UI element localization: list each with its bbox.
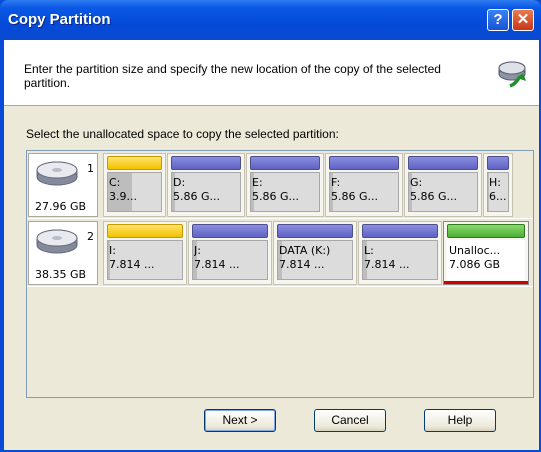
close-button[interactable]: ✕ bbox=[512, 9, 534, 31]
partition-name: E: bbox=[252, 176, 263, 189]
partition-size: 7.814 ... bbox=[194, 258, 240, 271]
disk-row-1: 1 27.96 GB C: 3.9... D: 5.86 G... E: 5.86 G... F… bbox=[27, 151, 533, 219]
partition-size: 5.86 G... bbox=[252, 190, 300, 203]
partition-label: L: 7.814 ... bbox=[364, 244, 439, 272]
partition-type-bar bbox=[408, 156, 478, 170]
unallocated-space[interactable]: Unalloc... 7.086 GB bbox=[443, 221, 529, 285]
partition-type-bar bbox=[362, 224, 438, 238]
partition-type-bar bbox=[447, 224, 525, 238]
partition-name: F: bbox=[331, 176, 341, 189]
partition-size: 3.9... bbox=[109, 190, 137, 203]
partition-type-bar bbox=[107, 224, 183, 238]
partition-type-bar bbox=[192, 224, 268, 238]
partition-label: H: 6... bbox=[489, 176, 510, 204]
partition-label: C: 3.9... bbox=[109, 176, 163, 204]
partition-block[interactable]: F: 5.86 G... bbox=[325, 153, 403, 217]
partition-name: Unalloc... bbox=[449, 244, 501, 257]
help-button-label: Help bbox=[447, 413, 473, 427]
next-button[interactable]: Next > bbox=[204, 409, 276, 432]
partition-size: 7.814 ... bbox=[109, 258, 155, 271]
select-unallocated-label: Select the unallocated space to copy the… bbox=[26, 127, 339, 141]
partition-size: 7.814 ... bbox=[364, 258, 410, 271]
partition-block[interactable]: I: 7.814 ... bbox=[103, 221, 187, 285]
partition-type-bar bbox=[107, 156, 162, 170]
wizard-header: Enter the partition size and specify the… bbox=[4, 40, 539, 106]
partition-type-bar bbox=[171, 156, 241, 170]
disk-number: 2 bbox=[87, 230, 94, 243]
partition-label: D: 5.86 G... bbox=[173, 176, 242, 204]
selection-indicator bbox=[444, 281, 528, 284]
header-description: Enter the partition size and specify the… bbox=[24, 62, 441, 90]
partition-name: G: bbox=[410, 176, 423, 189]
partition-name: DATA (K:) bbox=[279, 244, 331, 257]
disk-size: 27.96 GB bbox=[35, 200, 87, 213]
copy-disk-icon bbox=[498, 61, 526, 88]
disk-1-header[interactable]: 1 27.96 GB bbox=[28, 153, 98, 217]
partition-name: H: bbox=[489, 176, 501, 189]
partition-block[interactable]: C: 3.9... bbox=[103, 153, 166, 217]
partition-label: DATA (K:) 7.814 ... bbox=[279, 244, 354, 272]
partition-label: J: 7.814 ... bbox=[194, 244, 269, 272]
partition-label: F: 5.86 G... bbox=[331, 176, 400, 204]
disk-row-2: 2 38.35 GB I: 7.814 ... J: 7.814 ... DATA (K:)… bbox=[27, 219, 533, 287]
partition-name: I: bbox=[109, 244, 116, 257]
partition-block[interactable]: J: 7.814 ... bbox=[188, 221, 272, 285]
help-button[interactable]: Help bbox=[424, 409, 496, 432]
partition-block[interactable]: DATA (K:) 7.814 ... bbox=[273, 221, 357, 285]
next-button-label: Next > bbox=[222, 413, 258, 427]
partition-type-bar bbox=[487, 156, 509, 170]
partition-size: 5.86 G... bbox=[410, 190, 458, 203]
cancel-button-label: Cancel bbox=[331, 413, 369, 427]
partition-label: Unalloc... 7.086 GB bbox=[449, 244, 526, 272]
disk-map-panel: 1 27.96 GB C: 3.9... D: 5.86 G... E: 5.86 G... F… bbox=[26, 150, 534, 398]
window-title: Copy Partition bbox=[8, 11, 111, 28]
partition-block[interactable]: D: 5.86 G... bbox=[167, 153, 245, 217]
partition-size: 7.814 ... bbox=[279, 258, 325, 271]
partition-name: C: bbox=[109, 176, 121, 189]
partition-size: 7.086 GB bbox=[449, 258, 501, 271]
title-bar[interactable]: Copy Partition ? ✕ bbox=[0, 0, 541, 40]
dialog-window: Copy Partition ? ✕ Enter the partition s… bbox=[0, 0, 541, 452]
partition-name: L: bbox=[364, 244, 374, 257]
partition-type-bar bbox=[250, 156, 320, 170]
partition-block[interactable]: H: 6... bbox=[483, 153, 513, 217]
partition-type-bar bbox=[277, 224, 353, 238]
partition-label: I: 7.814 ... bbox=[109, 244, 184, 272]
partition-size: 6... bbox=[489, 190, 507, 203]
disk-2-header[interactable]: 2 38.35 GB bbox=[28, 221, 98, 285]
help-title-button[interactable]: ? bbox=[487, 9, 509, 31]
partition-size: 5.86 G... bbox=[173, 190, 221, 203]
partition-block[interactable]: G: 5.86 G... bbox=[404, 153, 482, 217]
cancel-button[interactable]: Cancel bbox=[314, 409, 386, 432]
partition-size: 5.86 G... bbox=[331, 190, 379, 203]
partition-label: G: 5.86 G... bbox=[410, 176, 479, 204]
hard-disk-icon bbox=[36, 229, 78, 254]
disk-number: 1 bbox=[87, 162, 94, 175]
disk-size: 38.35 GB bbox=[35, 268, 87, 281]
partition-label: E: 5.86 G... bbox=[252, 176, 321, 204]
partition-name: D: bbox=[173, 176, 186, 189]
partition-block[interactable]: L: 7.814 ... bbox=[358, 221, 442, 285]
partition-block[interactable]: E: 5.86 G... bbox=[246, 153, 324, 217]
partition-type-bar bbox=[329, 156, 399, 170]
hard-disk-icon bbox=[36, 161, 78, 186]
partition-name: J: bbox=[194, 244, 201, 257]
dialog-body: Enter the partition size and specify the… bbox=[4, 40, 539, 450]
